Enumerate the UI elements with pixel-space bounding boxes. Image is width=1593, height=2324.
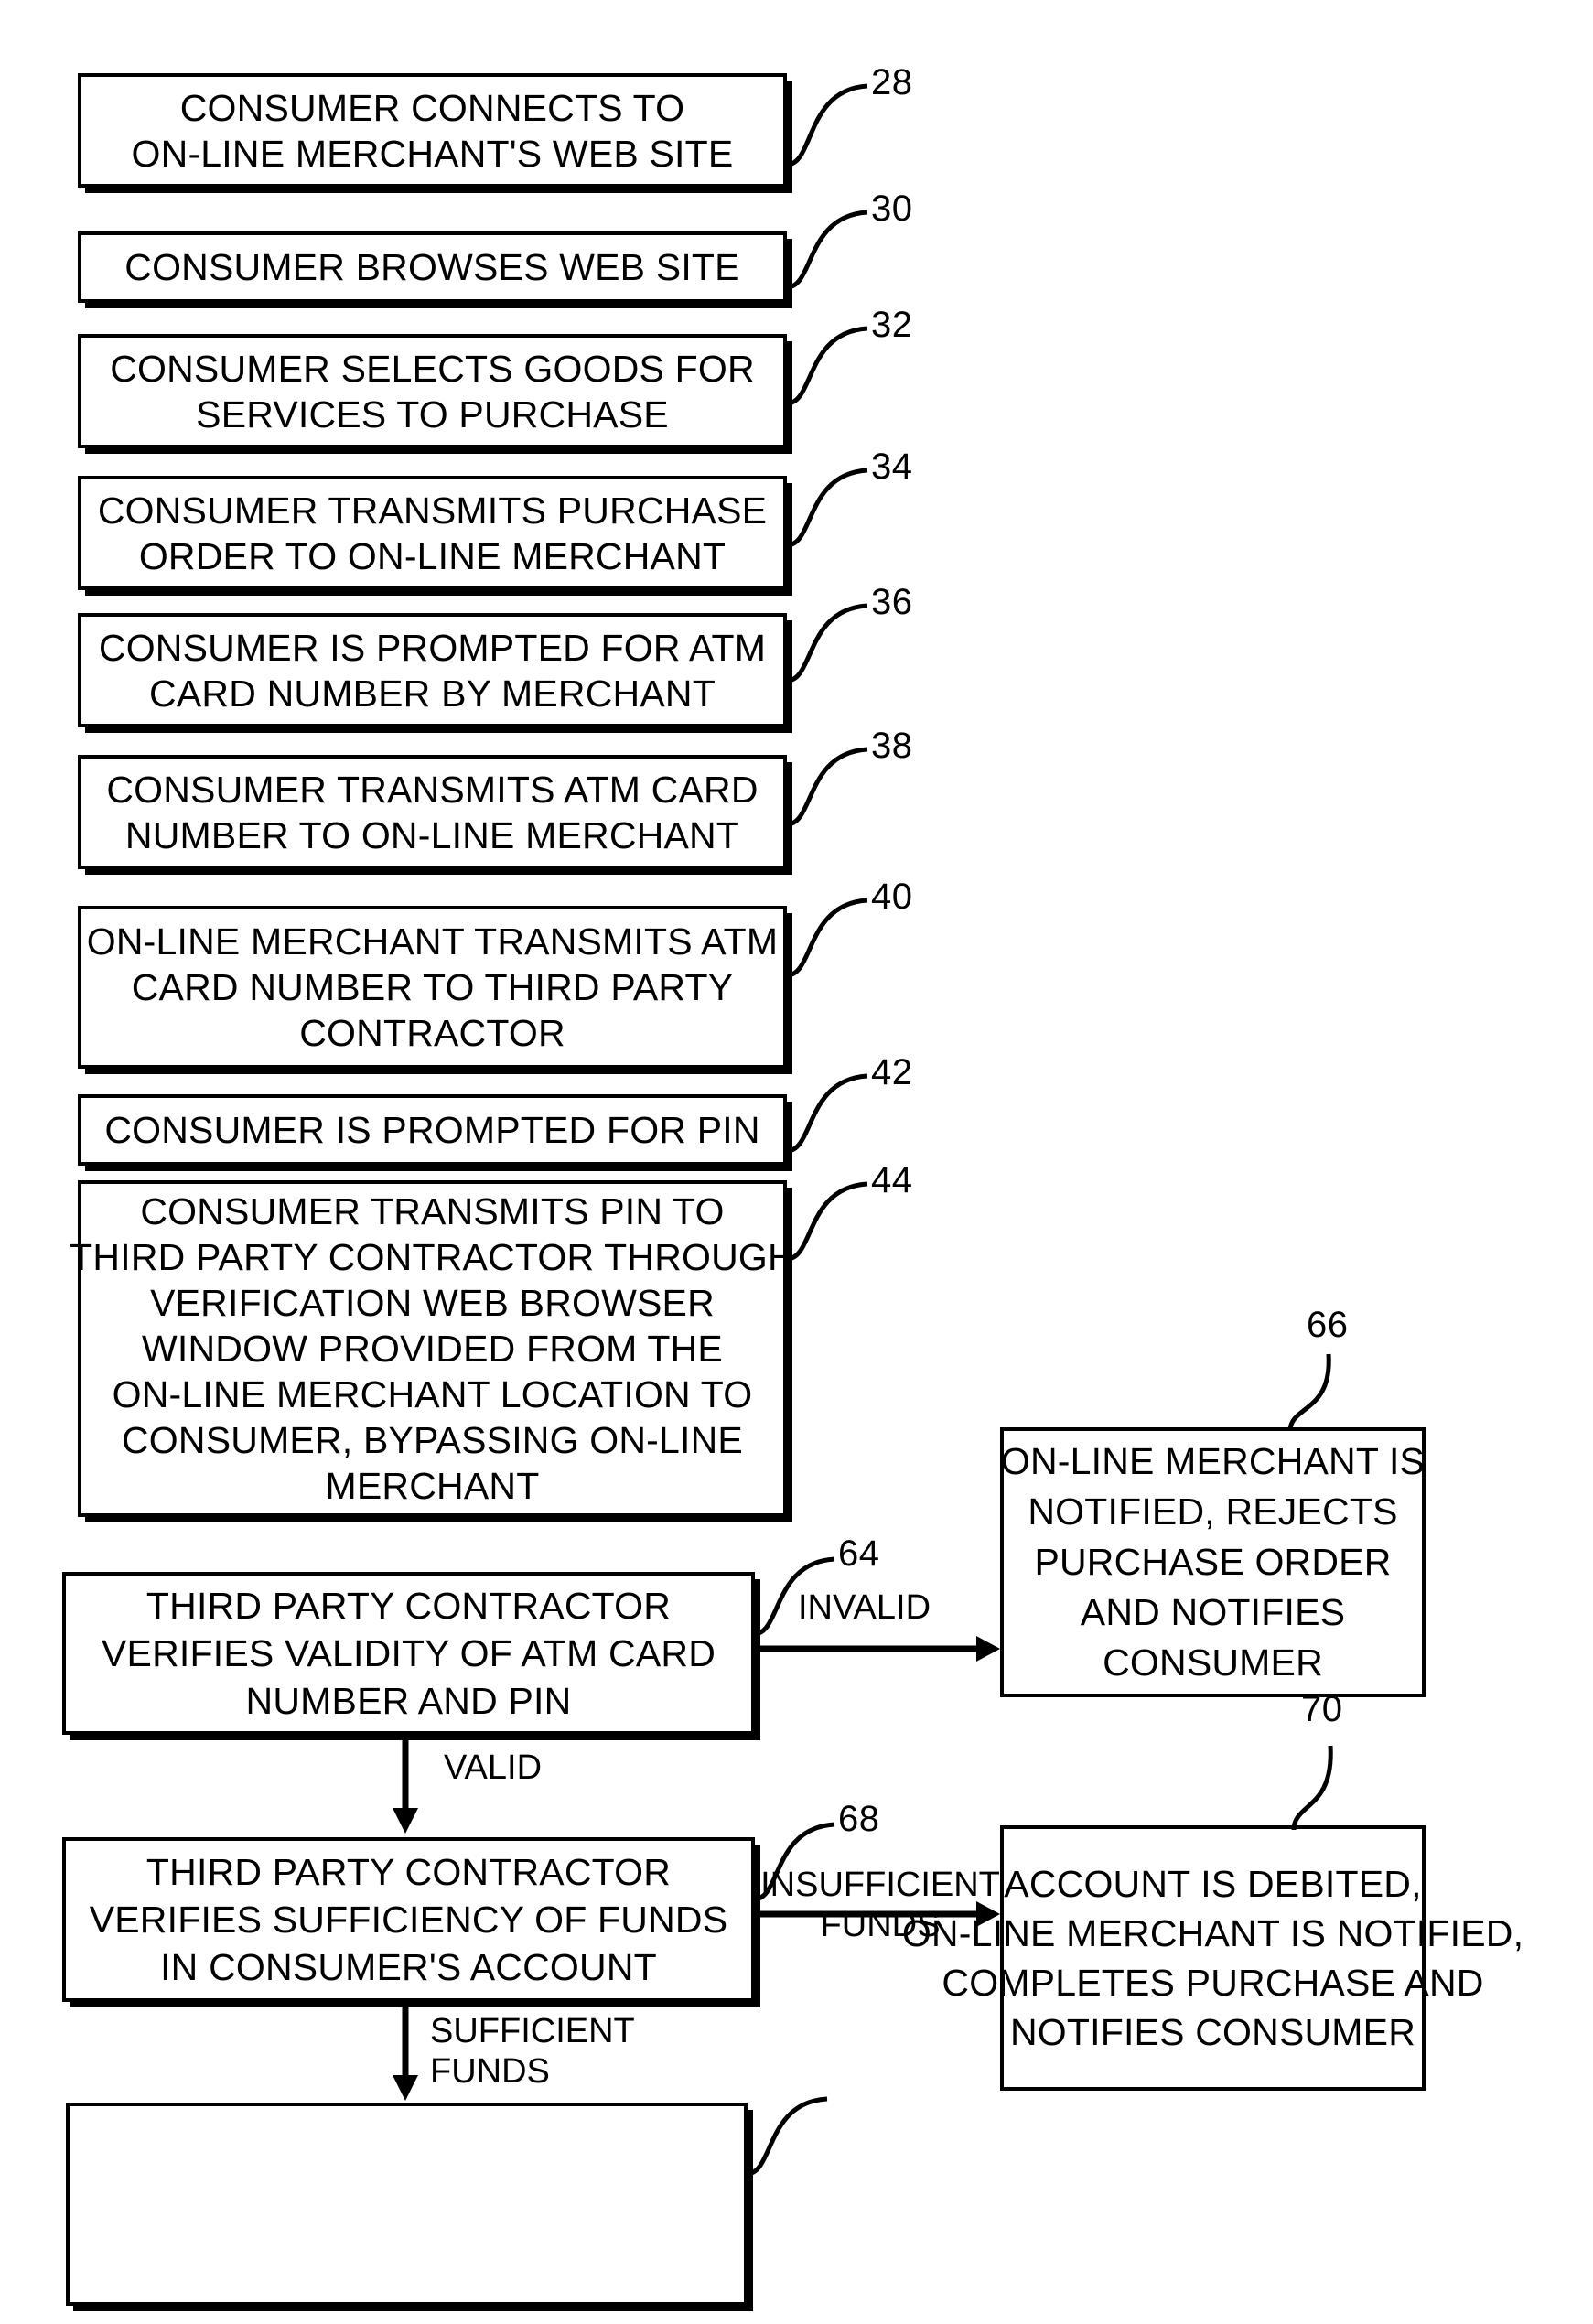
leader-line-36 [783, 593, 884, 694]
box-72-line-4: NOTIFIES CONSUMER [1009, 2011, 1416, 2053]
leader-line-72 [1281, 1738, 1382, 1837]
process-box-32: CONSUMER SELECTS GOODS FOR SERVICES TO P… [78, 334, 787, 448]
box-42-line-1: CONSUMER IS PROMPTED FOR PIN [104, 1109, 760, 1151]
reference-numeral-32: 32 [871, 305, 913, 345]
leader-line-44 [783, 1171, 884, 1272]
box-34-line-1: CONSUMER TRANSMITS PURCHASE [97, 489, 768, 532]
edge-label-insufficient-funds: INSUFFICIENT FUNDS [758, 1865, 1003, 1945]
edge-label-sufficient-funds: SUFFICIENT FUNDS [430, 2011, 635, 2092]
leader-line-70 [743, 2086, 844, 2187]
process-box-40: ON-LINE MERCHANT TRANSMITS ATM CARD NUMB… [78, 906, 787, 1069]
box-36-line-1: CONSUMER IS PROMPTED FOR ATM [98, 626, 767, 669]
box-66-line-1: ON-LINE MERCHANT IS [1000, 1440, 1426, 1482]
box-44-line-3: VERIFICATION WEB BROWSER [150, 1282, 715, 1324]
reference-numeral-38: 38 [871, 726, 913, 766]
reference-numeral-28: 28 [871, 62, 913, 102]
box-64-line-1: THIRD PARTY CONTRACTOR [145, 1585, 672, 1627]
connector-64-to-68 [389, 1735, 425, 1837]
process-box-38: CONSUMER TRANSMITS ATM CARD NUMBER TO ON… [78, 755, 787, 869]
reference-numeral-36: 36 [871, 582, 913, 622]
reference-numeral-40: 40 [871, 877, 913, 917]
box-40-line-3: CONTRACTOR [299, 1012, 565, 1054]
leader-line-38 [783, 737, 884, 837]
box-38-line-2: NUMBER TO ON-LINE MERCHANT [124, 813, 740, 856]
box-44-line-5: ON-LINE MERCHANT LOCATION TO [112, 1373, 753, 1415]
process-box-42: CONSUMER IS PROMPTED FOR PIN [78, 1094, 787, 1166]
box-32-line-1: CONSUMER SELECTS GOODS FOR [110, 347, 755, 390]
leader-line-40 [783, 888, 884, 988]
box-36-line-2: CARD NUMBER BY MERCHANT [149, 672, 716, 715]
box-40-line-2: CARD NUMBER TO THIRD PARTY [131, 966, 734, 1008]
box-44-line-1: CONSUMER TRANSMITS PIN TO [140, 1190, 725, 1232]
leader-line-32 [783, 316, 884, 416]
box-66-line-4: AND NOTIFIES [1080, 1591, 1346, 1633]
edge-label-insufficient-funds-line-1: INSUFFICIENT [760, 1866, 1000, 1904]
box-32-line-2: SERVICES TO PURCHASE [196, 393, 669, 436]
box-66-line-2: NOTIFIED, REJECTS [1028, 1490, 1398, 1533]
edge-label-sufficient-funds-line-1: SUFFICIENT [430, 2012, 635, 2050]
box-28-line-2: ON-LINE MERCHANT'S WEB SITE [131, 132, 734, 175]
edge-label-insufficient-funds-line-2: FUNDS [820, 1906, 941, 1944]
box-30-line-1: CONSUMER BROWSES WEB SITE [124, 246, 740, 288]
process-box-66: ON-LINE MERCHANT IS NOTIFIED, REJECTS PU… [1000, 1427, 1426, 1697]
connector-64-to-66 [755, 1630, 1006, 1667]
process-box-70 [66, 2103, 748, 2306]
process-box-36: CONSUMER IS PROMPTED FOR ATM CARD NUMBER… [78, 613, 787, 727]
process-box-30: CONSUMER BROWSES WEB SITE [78, 231, 787, 303]
reference-numeral-66: 66 [1307, 1305, 1349, 1345]
process-box-34: CONSUMER TRANSMITS PURCHASE ORDER TO ON-… [78, 476, 787, 590]
box-68-line-1: THIRD PARTY CONTRACTOR [145, 1851, 672, 1893]
process-box-72: ACCOUNT IS DEBITED, ON-LINE MERCHANT IS … [902, 1825, 1523, 2091]
box-44-line-4: WINDOW PROVIDED FROM THE [142, 1328, 723, 1370]
edge-label-valid: VALID [444, 1748, 543, 1787]
box-44-line-2: THIRD PARTY CONTRACTOR THROUGH [70, 1236, 795, 1278]
leader-line-34 [783, 457, 884, 558]
box-64-line-3: NUMBER AND PIN [245, 1680, 572, 1722]
process-box-28: CONSUMER CONNECTS TO ON-LINE MERCHANT'S … [78, 73, 787, 188]
reference-numeral-30: 30 [871, 188, 913, 229]
box-34-line-2: ORDER TO ON-LINE MERCHANT [138, 534, 727, 577]
leader-line-28 [783, 73, 884, 174]
flowchart-figure: CONSUMER CONNECTS TO ON-LINE MERCHANT'S … [0, 0, 1593, 2324]
box-44-line-7: MERCHANT [325, 1465, 540, 1507]
reference-numeral-44: 44 [871, 1160, 913, 1200]
box-38-line-1: CONSUMER TRANSMITS ATM CARD [106, 768, 759, 811]
box-64-line-2: VERIFIES VALIDITY OF ATM CARD [101, 1632, 716, 1674]
box-68-line-2: VERIFIES SUFFICIENCY OF FUNDS [89, 1899, 728, 1941]
reference-numeral-34: 34 [871, 447, 913, 487]
box-40-line-1: ON-LINE MERCHANT TRANSMITS ATM [86, 920, 779, 963]
leader-line-66 [1272, 1347, 1372, 1438]
leader-line-30 [783, 199, 884, 300]
box-72-line-3: COMPLETES PURCHASE AND [942, 1962, 1484, 2004]
connector-68-to-70 [389, 2002, 425, 2104]
box-72-line-1: ACCOUNT IS DEBITED, [1004, 1863, 1422, 1905]
box-28-line-1: CONSUMER CONNECTS TO [179, 86, 685, 129]
reference-numeral-68: 68 [838, 1799, 880, 1839]
box-66-line-3: PURCHASE ORDER [1034, 1541, 1392, 1583]
decision-box-64: THIRD PARTY CONTRACTOR VERIFIES VALIDITY… [62, 1572, 755, 1735]
process-box-44: CONSUMER TRANSMITS PIN TO THIRD PARTY CO… [70, 1180, 795, 1517]
box-44-line-6: CONSUMER, BYPASSING ON-LINE [122, 1419, 743, 1461]
edge-label-invalid: INVALID [798, 1588, 931, 1627]
reference-numeral-72: 70 [1301, 1689, 1343, 1729]
box-66-line-5: CONSUMER [1103, 1641, 1323, 1684]
box-68-line-3: IN CONSUMER'S ACCOUNT [160, 1946, 657, 1988]
leader-line-42 [783, 1063, 884, 1164]
reference-numeral-42: 42 [871, 1052, 913, 1092]
edge-label-sufficient-funds-line-2: FUNDS [430, 2052, 550, 2091]
decision-box-68: THIRD PARTY CONTRACTOR VERIFIES SUFFICIE… [62, 1837, 755, 2002]
reference-numeral-64: 64 [838, 1533, 880, 1574]
